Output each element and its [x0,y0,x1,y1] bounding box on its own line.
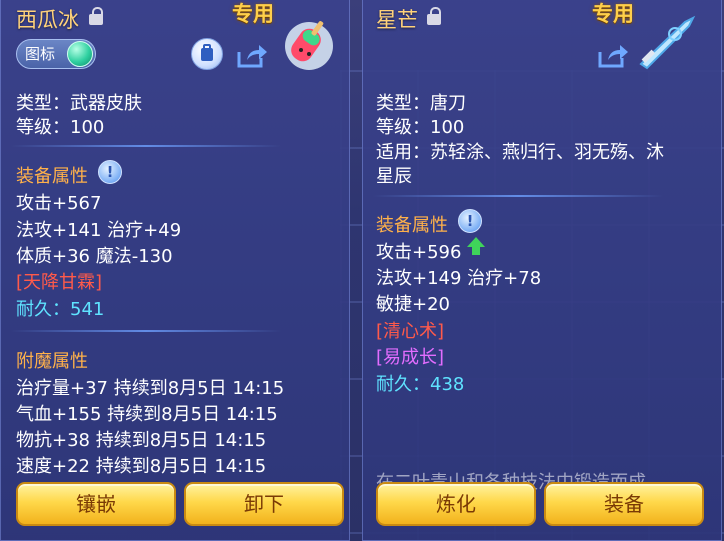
enchant-line: 速度+22 持续到8月5日 14:15 [16,456,267,477]
stat-line: 体质+36 魔法-130 [16,246,173,267]
info-icon[interactable]: ! [98,160,122,184]
popsicle-skin-icon [279,10,343,74]
equip-button[interactable]: 装备 [544,482,704,526]
stat-line: 敏捷+20 [376,294,450,315]
item-level: 等级：100 [376,117,465,138]
durability-value: 438 [430,374,465,395]
stat-line: 法攻+149 治疗+78 [376,268,542,289]
item-name: 星芒 [376,8,418,32]
inlay-button[interactable]: 镶嵌 [16,482,176,526]
unequip-button[interactable]: 卸下 [184,482,344,526]
special-skill: [天降甘霖] [16,272,103,293]
divider [11,330,281,332]
durability-value: 541 [70,299,105,320]
equip-attributes-title: 装备属性 [376,215,448,236]
stat-line: 攻击+567 [16,193,102,214]
enchant-line: 治疗量+37 持续到8月5日 14:15 [16,378,285,399]
durability: 耐久：541 [16,295,104,321]
applicable-characters-cont: 星辰 [376,166,412,187]
exclusive-badge: 专用 [232,2,274,26]
up-arrow-icon [467,237,485,255]
durability-label: 耐久： [16,299,70,320]
share-icon[interactable] [235,40,269,70]
applicable-characters: 适用：苏轻涂、燕归行、羽无殇、沐 [376,142,664,163]
toggle-label: 图标 [25,45,56,63]
enchant-line: 气血+155 持续到8月5日 14:15 [16,404,278,425]
lock-icon[interactable] [89,7,103,25]
item-name: 西瓜冰 [16,8,79,32]
lock-icon[interactable] [427,7,441,25]
item-level: 等级：100 [16,117,105,138]
durability-label: 耐久： [376,374,430,395]
enchant-attributes-title: 附魔属性 [16,351,88,372]
divider [373,195,663,197]
item-tooltip-right: 星芒 专用 类型：唐刀 等级：100 适用：苏轻涂、燕归行、羽无殇、沐 星辰 装… [362,0,722,541]
info-icon[interactable]: ! [458,209,482,233]
equip-attributes-title: 装备属性 [16,166,88,187]
divider [11,145,281,147]
bag-icon[interactable] [191,38,223,70]
stat-line: 攻击+596 [376,242,462,263]
exclusive-badge: 专用 [592,2,634,26]
skill-red: [清心术] [376,321,445,342]
durability: 耐久：438 [376,370,464,396]
icon-toggle[interactable]: 图标 [16,39,96,69]
blade-icon [635,14,701,70]
item-type: 类型：唐刀 [376,93,466,114]
item-type: 类型：武器皮肤 [16,93,142,114]
toggle-knob [67,41,93,67]
item-tooltip-left: 西瓜冰 专用 图标 类型：武器皮肤 等级：100 装备属性 ! 攻击+567 法… [0,0,350,541]
stat-line: 法攻+141 治疗+49 [16,220,182,241]
share-icon[interactable] [596,40,630,70]
enchant-line: 物抗+38 持续到8月5日 14:15 [16,430,267,451]
skill-purple: [易成长] [376,347,445,368]
refine-button[interactable]: 炼化 [376,482,536,526]
